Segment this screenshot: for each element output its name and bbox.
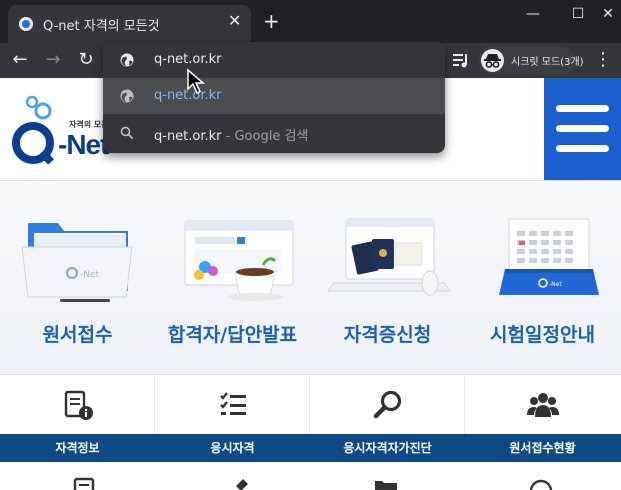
mouse-pointer-icon	[187, 68, 206, 95]
incognito-icon	[481, 49, 504, 72]
svg-text:-Net: -Net	[549, 281, 562, 288]
tab-close-icon[interactable]: ✕	[228, 13, 241, 29]
svg-text:-Net: -Net	[80, 270, 100, 280]
service-application[interactable]: -Net 원서접수	[0, 181, 155, 374]
minimize-button[interactable]: —	[523, 4, 543, 24]
reading-list-icon[interactable]	[450, 49, 472, 71]
incognito-label: 시크릿 모드(3개)	[511, 57, 584, 68]
window-close-button[interactable]: ✕	[598, 4, 618, 24]
users-group-icon	[527, 393, 559, 417]
globe-icon	[120, 53, 134, 67]
quick-menu-label[interactable]: 원서접수현황	[465, 434, 620, 462]
back-button[interactable]: ←	[7, 47, 33, 73]
service-label: 자격증신청	[343, 324, 432, 346]
qnet-favicon-icon	[19, 17, 33, 31]
service-label: 시험일정안내	[490, 324, 595, 346]
omnibox-input-row[interactable]: q-net.or.kr	[103, 42, 445, 78]
laptop-illustration-icon	[327, 218, 451, 296]
new-tab-button[interactable]: +	[263, 11, 280, 31]
tab-strip: Q-net 자격의 모든것 ✕ + — ☐ ✕	[0, 0, 621, 43]
document-icon	[73, 477, 95, 490]
main-services: -Net 원서접수 합격자/답안발표 자격증신청 -Net 시험일정안내	[0, 181, 621, 374]
service-results[interactable]: 합격자/답안발표	[155, 181, 310, 374]
checklist-icon	[220, 392, 246, 415]
quick-menu-label[interactable]: 자격정보	[0, 434, 155, 462]
omnibox-dropdown: q-net.or.kr q-net.or.kr q-net.or.kr - Go…	[103, 42, 445, 153]
quick-menu-label[interactable]: 응시자격자가진단	[310, 434, 465, 462]
search-icon	[120, 126, 134, 140]
reload-button[interactable]: ↻	[73, 47, 99, 73]
browser-menu-button[interactable]: ⋮	[590, 47, 616, 73]
forward-button[interactable]: →	[40, 47, 66, 73]
tab-title: Q-net 자격의 모든것	[43, 19, 160, 34]
incognito-indicator[interactable]: 시크릿 모드(3개)	[478, 47, 584, 74]
clock-icon	[529, 479, 553, 490]
menu-line-icon	[556, 145, 609, 152]
calendar-illustration-icon: -Net	[499, 218, 599, 295]
service-label: 합격자/답안발표	[167, 324, 298, 346]
service-label: 원서접수	[42, 324, 113, 346]
omnibox-suggestion-url[interactable]: q-net.or.kr	[103, 78, 445, 114]
maximize-button[interactable]: ☐	[568, 4, 588, 24]
browser-tab[interactable]: Q-net 자격의 모든것 ✕	[8, 5, 251, 43]
folder-illustration-icon: -Net	[21, 223, 133, 302]
omnibox-search-text: q-net.or.kr - Google 검색	[154, 129, 309, 144]
quick-menu-label[interactable]: 응시자격	[155, 434, 310, 462]
omnibox-input-text: q-net.or.kr	[154, 52, 222, 67]
folder-icon	[375, 481, 397, 490]
browser-window-illustration-icon	[184, 220, 294, 301]
omnibox-suggestion-search[interactable]: q-net.or.kr - Google 검색	[103, 115, 445, 151]
document-info-icon	[64, 390, 93, 420]
omnibox-search-hint: - Google 검색	[221, 129, 309, 144]
service-schedule[interactable]: -Net 시험일정안내	[465, 181, 620, 374]
hamburger-menu-button[interactable]	[544, 78, 621, 180]
menu-line-icon	[556, 125, 609, 132]
menu-line-icon	[556, 105, 609, 112]
globe-icon	[120, 89, 134, 103]
service-certificate[interactable]: 자격증신청	[310, 181, 465, 374]
logo-wordmark: -Net	[58, 129, 109, 160]
pencil-icon	[236, 479, 248, 490]
magnifier-icon	[373, 390, 402, 419]
